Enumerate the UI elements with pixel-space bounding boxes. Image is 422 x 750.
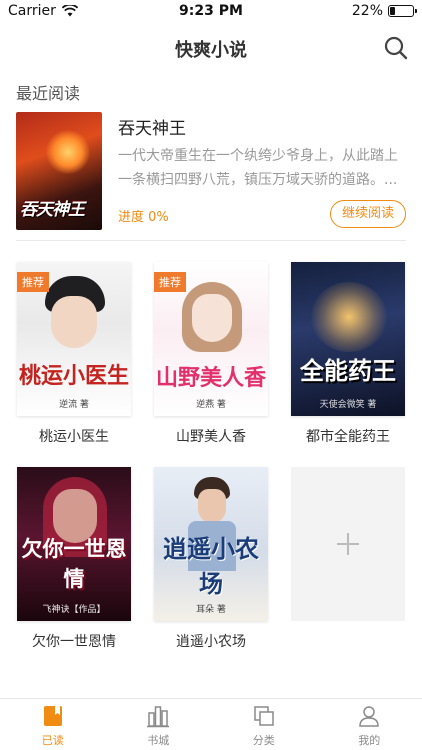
tab-bookstore[interactable]: 书城: [106, 699, 212, 750]
book-title: 山野美人香: [176, 429, 246, 445]
book-cover[interactable]: 欠你一世恩情 飞神诀【作品】: [17, 467, 131, 621]
book-item[interactable]: 欠你一世恩情 飞神诀【作品】 欠你一世恩情: [17, 467, 131, 651]
book-title: 都市全能药王: [306, 429, 390, 445]
add-book-button[interactable]: [291, 467, 405, 621]
cover-figure-face: [198, 489, 226, 523]
book-icon: [43, 706, 62, 726]
book-cover[interactable]: 全能药王 天使会微笑 著: [291, 262, 405, 416]
bookshelf: 推荐 桃运小医生 逆流 著 桃运小医生 推荐 山野美人香 逆燕 著 山野美人香 …: [0, 0, 422, 700]
tab-label: 已读: [41, 734, 64, 747]
book-cover[interactable]: 推荐 山野美人香 逆燕 著: [154, 262, 268, 416]
cover-title: 山野美人香: [155, 366, 266, 391]
books-icon: [147, 706, 170, 728]
cover-title: 欠你一世恩情: [21, 537, 127, 591]
cover-author: 耳朵 著: [196, 605, 226, 615]
category-icon: [254, 706, 274, 726]
cover-title: 桃运小医生: [18, 364, 129, 389]
tab-read[interactable]: 已读: [0, 699, 106, 750]
tab-label: 书城: [147, 734, 170, 747]
cover-title: 逍遥小农场: [163, 535, 259, 598]
cover-author: 逆燕 著: [196, 400, 226, 410]
plus-icon-vertical: [347, 533, 349, 555]
cover-author: 飞神诀【作品】: [42, 605, 106, 615]
cover-title: 全能药王: [300, 357, 396, 385]
book-item[interactable]: 逍遥小农场 耳朵 著 逍遥小农场: [154, 467, 268, 651]
book-title: 欠你一世恩情: [32, 634, 116, 650]
book-item[interactable]: 推荐 山野美人香 逆燕 著 山野美人香: [154, 262, 268, 446]
book-item[interactable]: 推荐 桃运小医生 逆流 著 桃运小医生: [17, 262, 131, 446]
cover-author: 逆流 著: [59, 400, 89, 410]
cover-glow: [311, 282, 387, 352]
cover-figure-face: [192, 294, 232, 342]
book-cover[interactable]: 推荐 桃运小医生 逆流 著: [17, 262, 131, 416]
recommend-tag: 推荐: [17, 272, 49, 292]
book-cover[interactable]: 逍遥小农场 耳朵 著: [154, 467, 268, 621]
cover-figure-face: [51, 296, 97, 348]
user-icon: [359, 706, 380, 727]
tab-label: 分类: [252, 734, 275, 747]
tab-mine[interactable]: 我的: [317, 699, 422, 750]
tab-label: 我的: [358, 734, 381, 747]
recommend-tag: 推荐: [154, 272, 186, 292]
tab-bar: 已读 书城 分类 我的: [0, 698, 422, 750]
book-title: 逍遥小农场: [176, 634, 246, 650]
book-item[interactable]: 全能药王 天使会微笑 著 都市全能药王: [291, 262, 405, 446]
cover-author: 天使会微笑 著: [319, 400, 377, 410]
tab-category[interactable]: 分类: [211, 699, 317, 750]
book-title: 桃运小医生: [39, 429, 109, 445]
